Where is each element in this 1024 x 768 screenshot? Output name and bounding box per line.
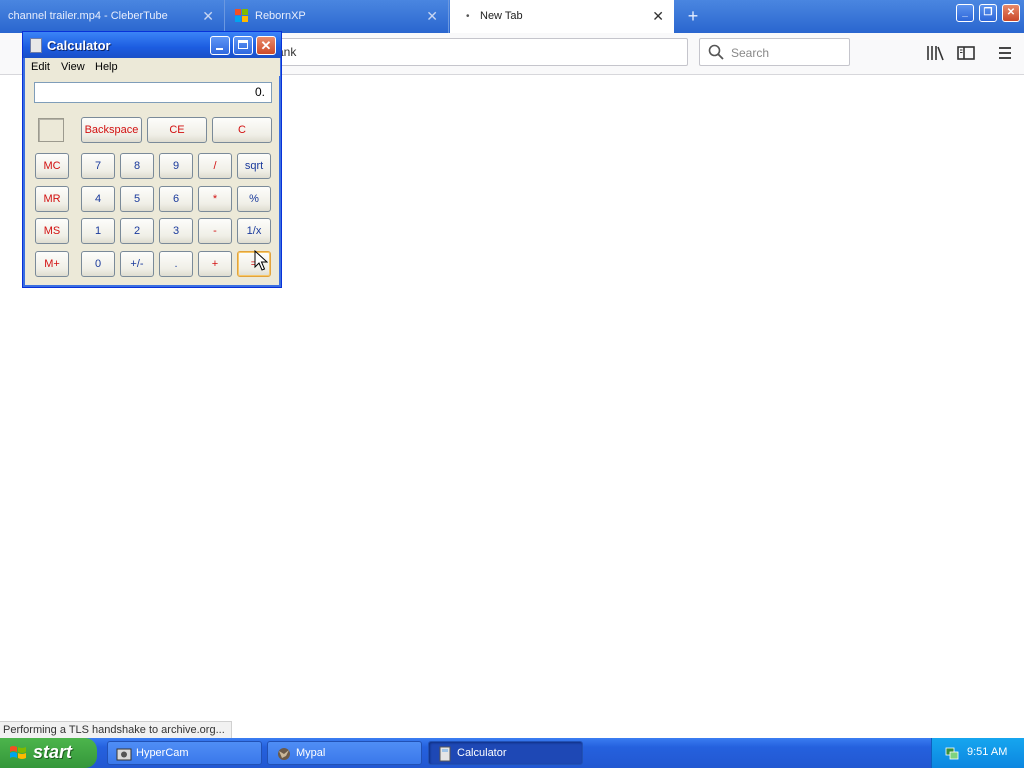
digit-9-button[interactable]: 9 — [159, 153, 193, 179]
hamburger-menu-icon[interactable] — [995, 43, 1015, 63]
close-icon[interactable]: ✕ — [202, 0, 214, 33]
taskbar-item-calculator[interactable]: Calculator — [428, 741, 583, 765]
tab-label: New Tab — [480, 10, 523, 22]
close-button[interactable]: ✕ — [256, 36, 276, 55]
close-icon[interactable]: ✕ — [426, 0, 438, 33]
tab-dot-icon: • — [466, 11, 470, 22]
taskbar-item-label: HyperCam — [136, 747, 189, 759]
backspace-button[interactable]: Backspace — [81, 117, 142, 143]
search-input[interactable]: Search — [699, 38, 850, 66]
calculator-display: 0. — [34, 82, 272, 103]
calculator-window: Calculator ✕ Edit View Help 0. Backspace… — [22, 31, 282, 288]
restore-window-button[interactable]: ❐ — [979, 4, 997, 22]
minimize-window-button[interactable]: _ — [956, 4, 974, 22]
digit-2-button[interactable]: 2 — [120, 218, 154, 244]
memory-indicator — [38, 118, 64, 142]
search-placeholder: Search — [731, 46, 770, 60]
memory-clear-button[interactable]: MC — [35, 153, 69, 179]
calculator-menu-bar: Edit View Help — [25, 58, 280, 76]
sqrt-button[interactable]: sqrt — [237, 153, 271, 179]
taskbar-item-label: Calculator — [457, 747, 507, 759]
tab-clebertube[interactable]: channel trailer.mp4 - CleberTube ✕ — [0, 0, 225, 33]
digit-7-button[interactable]: 7 — [81, 153, 115, 179]
taskbar-item-hypercam[interactable]: HyperCam — [107, 741, 262, 765]
tab-new-tab[interactable]: • New Tab ✕ — [450, 0, 674, 33]
tab-label: channel trailer.mp4 - CleberTube — [8, 10, 168, 22]
memory-recall-button[interactable]: MR — [35, 186, 69, 212]
window-title: Calculator — [47, 38, 111, 53]
maximize-button[interactable] — [233, 36, 253, 55]
tab-rebornxp[interactable]: RebornXP ✕ — [225, 0, 449, 33]
clear-entry-button[interactable]: CE — [147, 117, 207, 143]
decimal-point-button[interactable]: . — [159, 251, 193, 277]
memory-store-button[interactable]: MS — [35, 218, 69, 244]
calculator-icon — [439, 746, 451, 762]
multiply-button[interactable]: * — [198, 186, 232, 212]
menu-edit[interactable]: Edit — [31, 61, 50, 73]
add-button[interactable]: + — [198, 251, 232, 277]
digit-8-button[interactable]: 8 — [120, 153, 154, 179]
clear-button[interactable]: C — [212, 117, 272, 143]
start-button[interactable]: start — [0, 738, 97, 768]
digit-1-button[interactable]: 1 — [81, 218, 115, 244]
reciprocal-button[interactable]: 1/x — [237, 218, 271, 244]
windows-flag-icon — [235, 9, 248, 22]
system-tray: 9:51 AM — [931, 738, 1024, 768]
menu-help[interactable]: Help — [95, 61, 118, 73]
sign-toggle-button[interactable]: +/- — [120, 251, 154, 277]
menu-view[interactable]: View — [61, 61, 85, 73]
divide-button[interactable]: / — [198, 153, 232, 179]
taskbar-item-label: Mypal — [296, 747, 326, 759]
minimize-button[interactable] — [210, 36, 230, 55]
library-icon[interactable] — [925, 43, 945, 63]
close-window-button[interactable]: ✕ — [1002, 4, 1020, 22]
mouse-cursor-icon — [254, 250, 268, 271]
calculator-app-icon — [30, 38, 42, 53]
taskbar-item-mypal[interactable]: Mypal — [267, 741, 422, 765]
mypal-icon — [278, 748, 290, 760]
windows-logo-icon — [10, 746, 26, 759]
start-label: start — [33, 742, 73, 762]
tab-label: RebornXP — [255, 10, 306, 22]
hypercam-icon — [116, 748, 132, 761]
subtract-button[interactable]: - — [198, 218, 232, 244]
memory-add-button[interactable]: M+ — [35, 251, 69, 277]
digit-4-button[interactable]: 4 — [81, 186, 115, 212]
new-tab-plus-icon[interactable]: + — [683, 5, 703, 27]
digit-5-button[interactable]: 5 — [120, 186, 154, 212]
search-icon — [708, 44, 724, 60]
digit-6-button[interactable]: 6 — [159, 186, 193, 212]
close-icon[interactable]: ✕ — [652, 0, 664, 33]
digit-0-button[interactable]: 0 — [81, 251, 115, 277]
sidebar-icon[interactable] — [956, 43, 976, 63]
browser-tab-strip: channel trailer.mp4 - CleberTube ✕ Rebor… — [0, 0, 1024, 33]
percent-button[interactable]: % — [237, 186, 271, 212]
calculator-title-bar[interactable]: Calculator ✕ — [23, 32, 281, 58]
clock: 9:51 AM — [967, 746, 1008, 758]
taskbar: start HyperCam Mypal Calculator 9:51 AM — [0, 738, 1024, 768]
digit-3-button[interactable]: 3 — [159, 218, 193, 244]
network-tray-icon[interactable] — [944, 745, 960, 761]
